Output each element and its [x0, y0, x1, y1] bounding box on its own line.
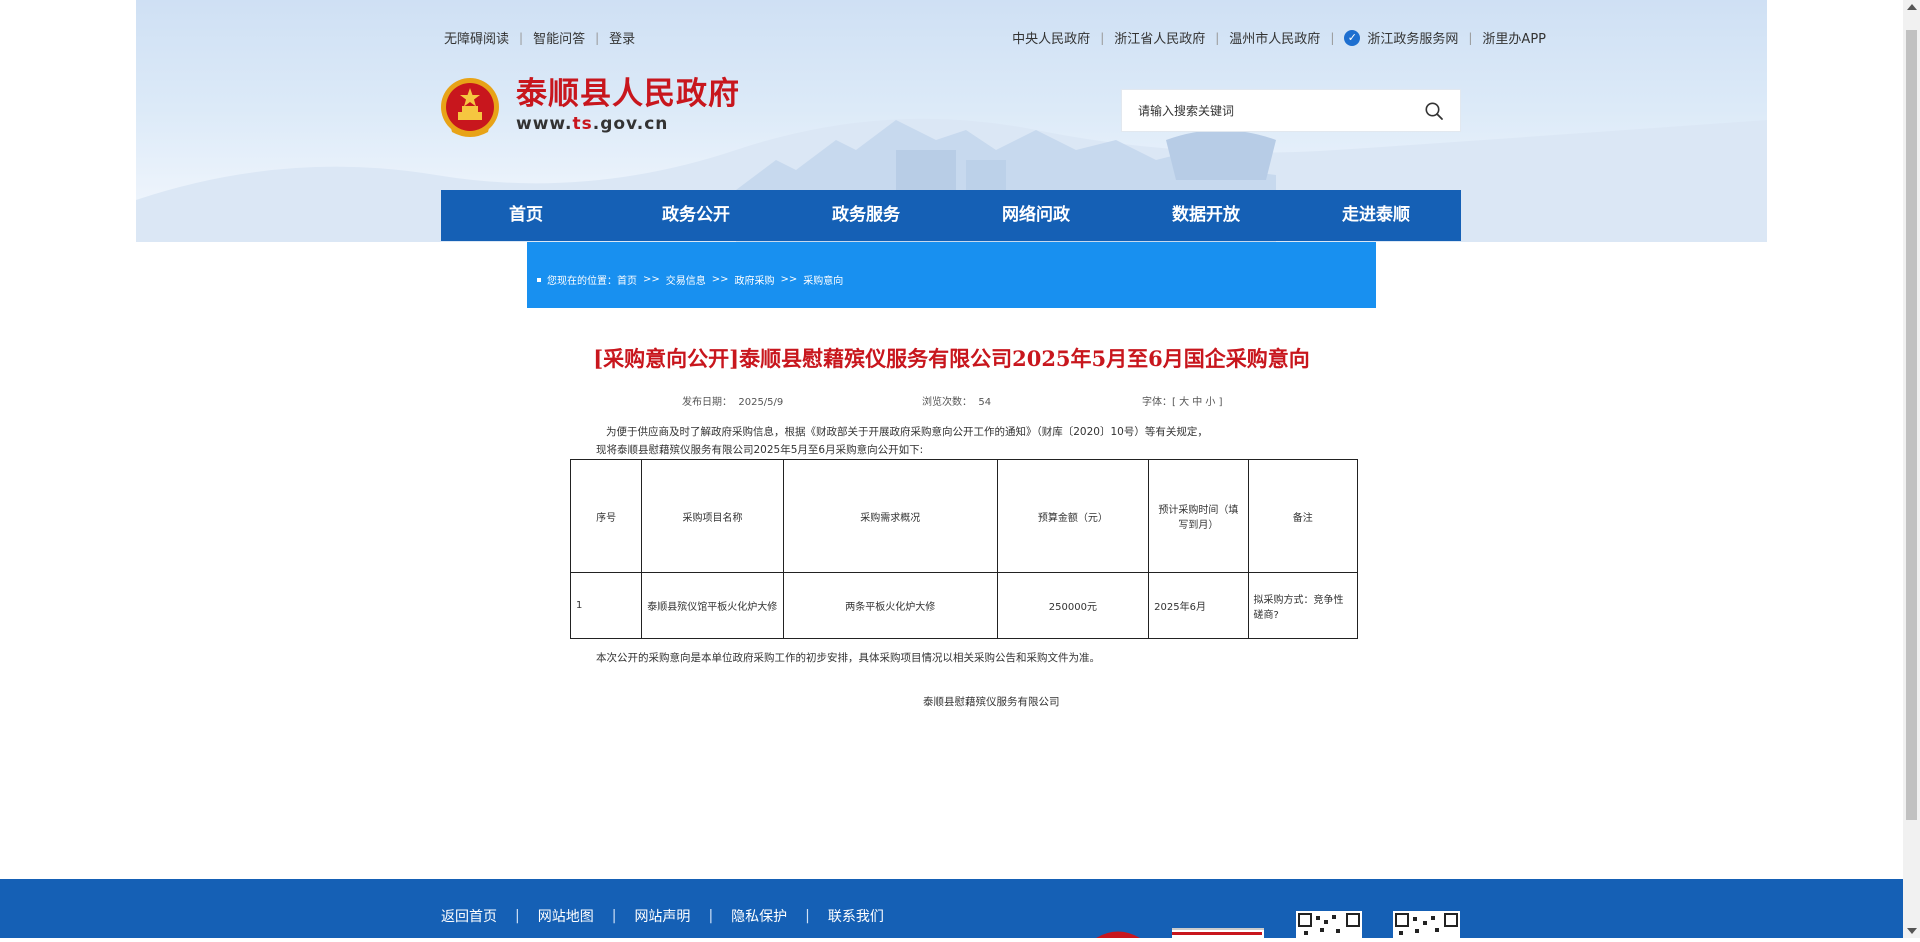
header-remarks: 备注 [1247, 459, 1359, 573]
cell-expected-time: 2025年6月 [1148, 572, 1249, 639]
table-row: 1 泰顺县殡仪馆平板火化炉大修 两条平板火化炉大修 250000元 2025年6… [569, 572, 1359, 639]
site-title: 泰顺县人民政府 [516, 76, 740, 112]
qr-code-app [1393, 911, 1460, 938]
wenzhou-gov-link[interactable]: 温州市人民政府 [1229, 28, 1320, 47]
cell-budget: 250000元 [996, 572, 1150, 639]
qr-pattern-icon [1298, 913, 1360, 935]
central-gov-link[interactable]: 中央人民政府 [1012, 28, 1090, 47]
scroll-up-icon[interactable] [1907, 4, 1917, 10]
nav-home[interactable]: 首页 [441, 190, 611, 241]
header-project-name: 采购项目名称 [641, 459, 784, 573]
breadcrumb-bullet-icon [537, 277, 541, 282]
footer-privacy-link[interactable]: 隐私保护 [731, 906, 787, 926]
site-url: www.ts.gov.cn [516, 114, 669, 134]
nav-gov-services[interactable]: 政务服务 [781, 190, 951, 241]
signature: 泰顺县慰藉殡仪服务有限公司 [923, 696, 1060, 708]
header-index: 序号 [569, 459, 643, 573]
header-expected-time: 预计采购时间（填写到月） [1148, 459, 1249, 573]
top-left-links: 无障碍阅读 | 智能问答 | 登录 [444, 28, 635, 48]
zheliban-app-link[interactable]: 浙里办APP [1482, 28, 1546, 47]
accessibility-link[interactable]: 无障碍阅读 [444, 28, 509, 47]
search-box [1121, 89, 1461, 132]
nav-gov-affairs-open[interactable]: 政务公开 [611, 190, 781, 241]
cell-remarks: 拟采购方式：竞争性磋商? [1247, 572, 1359, 639]
gov-error-report-badge[interactable] [1172, 928, 1264, 940]
breadcrumb-label: 您现在的位置： [547, 276, 617, 287]
footer: 返回首页 | 网站地图 | 网站声明 | 隐私保护 | 联系我们 [0, 879, 1903, 940]
article-title: [采购意向公开]泰顺县慰藉殡仪服务有限公司2025年5月至6月国企采购意向 [593, 346, 1310, 371]
breadcrumb-gov-procurement[interactable]: 政府采购 [735, 272, 775, 287]
zhejiang-gov-link[interactable]: 浙江省人民政府 [1114, 28, 1205, 47]
cell-requirement: 两条平板火化炉大修 [782, 572, 998, 639]
top-right-links: 中央人民政府 | 浙江省人民政府 | 温州市人民政府 | ✓ 浙江政务服务网 |… [1012, 28, 1546, 47]
cell-index: 1 [569, 572, 643, 639]
qr-pattern-icon [1395, 913, 1458, 935]
footer-home-link[interactable]: 返回首页 [441, 906, 497, 926]
header-requirement: 采购需求概况 [782, 459, 998, 573]
search-icon[interactable] [1424, 101, 1444, 121]
zhejiang-service-link[interactable]: 浙江政务服务网 [1367, 28, 1458, 47]
breadcrumb-trade-info[interactable]: 交易信息 [666, 272, 706, 287]
procurement-table: 序号 采购项目名称 采购需求概况 预算金额（元） 预计采购时间（填写到月） 备注… [569, 459, 1359, 639]
zhejiang-service-icon: ✓ [1344, 29, 1361, 46]
breadcrumb-home[interactable]: 首页 [617, 272, 637, 287]
scroll-down-icon[interactable] [1907, 928, 1917, 934]
breadcrumb: 您现在的位置： 首页 >> 交易信息 >> 政府采购 >> 采购意向 [527, 242, 1376, 308]
view-count: 浏览次数： 54 [922, 397, 992, 408]
intro-paragraph-line1: 为便于供应商及时了解政府采购信息，根据《财政部关于开展政府采购意向公开工作的通知… [606, 426, 1208, 438]
footer-contact-link[interactable]: 联系我们 [828, 906, 884, 926]
party-emblem-icon[interactable] [1096, 929, 1140, 938]
login-link[interactable]: 登录 [609, 28, 635, 47]
qr-code-wechat [1296, 911, 1362, 938]
breadcrumb-procurement-intent[interactable]: 采购意向 [803, 272, 843, 287]
footer-sitemap-link[interactable]: 网站地图 [538, 906, 594, 926]
footer-statement-link[interactable]: 网站声明 [634, 906, 690, 926]
smart-qa-link[interactable]: 智能问答 [533, 28, 585, 47]
nav-online-inquiry[interactable]: 网络问政 [951, 190, 1121, 241]
font-size-switch[interactable]: 字体：[ 大 中 小 ] [1142, 393, 1223, 408]
table-header-row: 序号 采购项目名称 采购需求概况 预算金额（元） 预计采购时间（填写到月） 备注 [569, 459, 1359, 573]
nav-about-taishun[interactable]: 走进泰顺 [1291, 190, 1461, 241]
site-logo[interactable]: 泰顺县人民政府 www.ts.gov.cn [440, 76, 740, 140]
scrollbar-thumb[interactable] [1906, 30, 1917, 820]
footer-links: 返回首页 | 网站地图 | 网站声明 | 隐私保护 | 联系我们 [441, 906, 884, 926]
intro-paragraph-line2: 现将泰顺县慰藉殡仪服务有限公司2025年5月至6月采购意向公开如下: [596, 444, 924, 456]
search-input[interactable] [1122, 102, 1420, 119]
header-budget: 预算金额（元） [996, 459, 1150, 573]
national-emblem-icon [441, 78, 499, 137]
cell-project-name: 泰顺县殡仪馆平板火化炉大修 [641, 572, 784, 639]
publish-date: 发布日期： 2025/5/9 [682, 397, 784, 408]
nav-open-data[interactable]: 数据开放 [1121, 190, 1291, 241]
closing-paragraph: 本次公开的采购意向是本单位政府采购工作的初步安排，具体采购项目情况以相关采购公告… [596, 652, 1100, 664]
main-nav: 首页 政务公开 政务服务 网络问政 数据开放 走进泰顺 [441, 190, 1461, 241]
page-scrollbar[interactable] [1903, 0, 1920, 938]
